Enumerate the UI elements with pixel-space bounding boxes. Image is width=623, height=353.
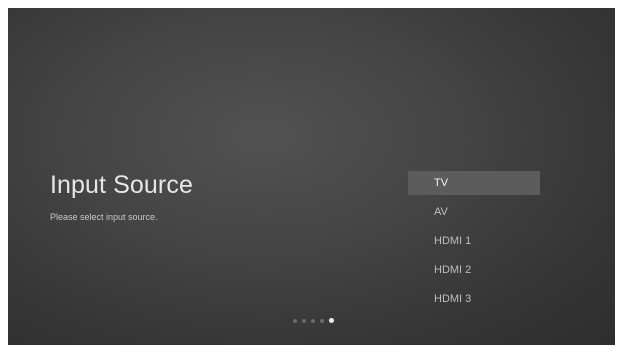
page-subtitle: Please select input source. — [50, 212, 158, 222]
step-dot — [293, 318, 297, 323]
step-dot — [329, 318, 334, 323]
input-source-list: TV AV HDMI 1 HDMI 2 HDMI 3 — [408, 171, 540, 316]
step-dot — [302, 318, 306, 323]
source-option-hdmi-3[interactable]: HDMI 3 — [408, 287, 540, 311]
source-option-tv[interactable]: TV — [408, 171, 540, 195]
source-option-av[interactable]: AV — [408, 200, 540, 224]
step-dot — [311, 318, 315, 323]
source-option-hdmi-1[interactable]: HDMI 1 — [408, 229, 540, 253]
source-option-hdmi-2[interactable]: HDMI 2 — [408, 258, 540, 282]
step-indicator — [293, 318, 334, 323]
step-dot — [320, 318, 324, 323]
page-title: Input Source — [50, 171, 193, 199]
tv-setup-screen: Input Source Please select input source.… — [8, 8, 615, 345]
